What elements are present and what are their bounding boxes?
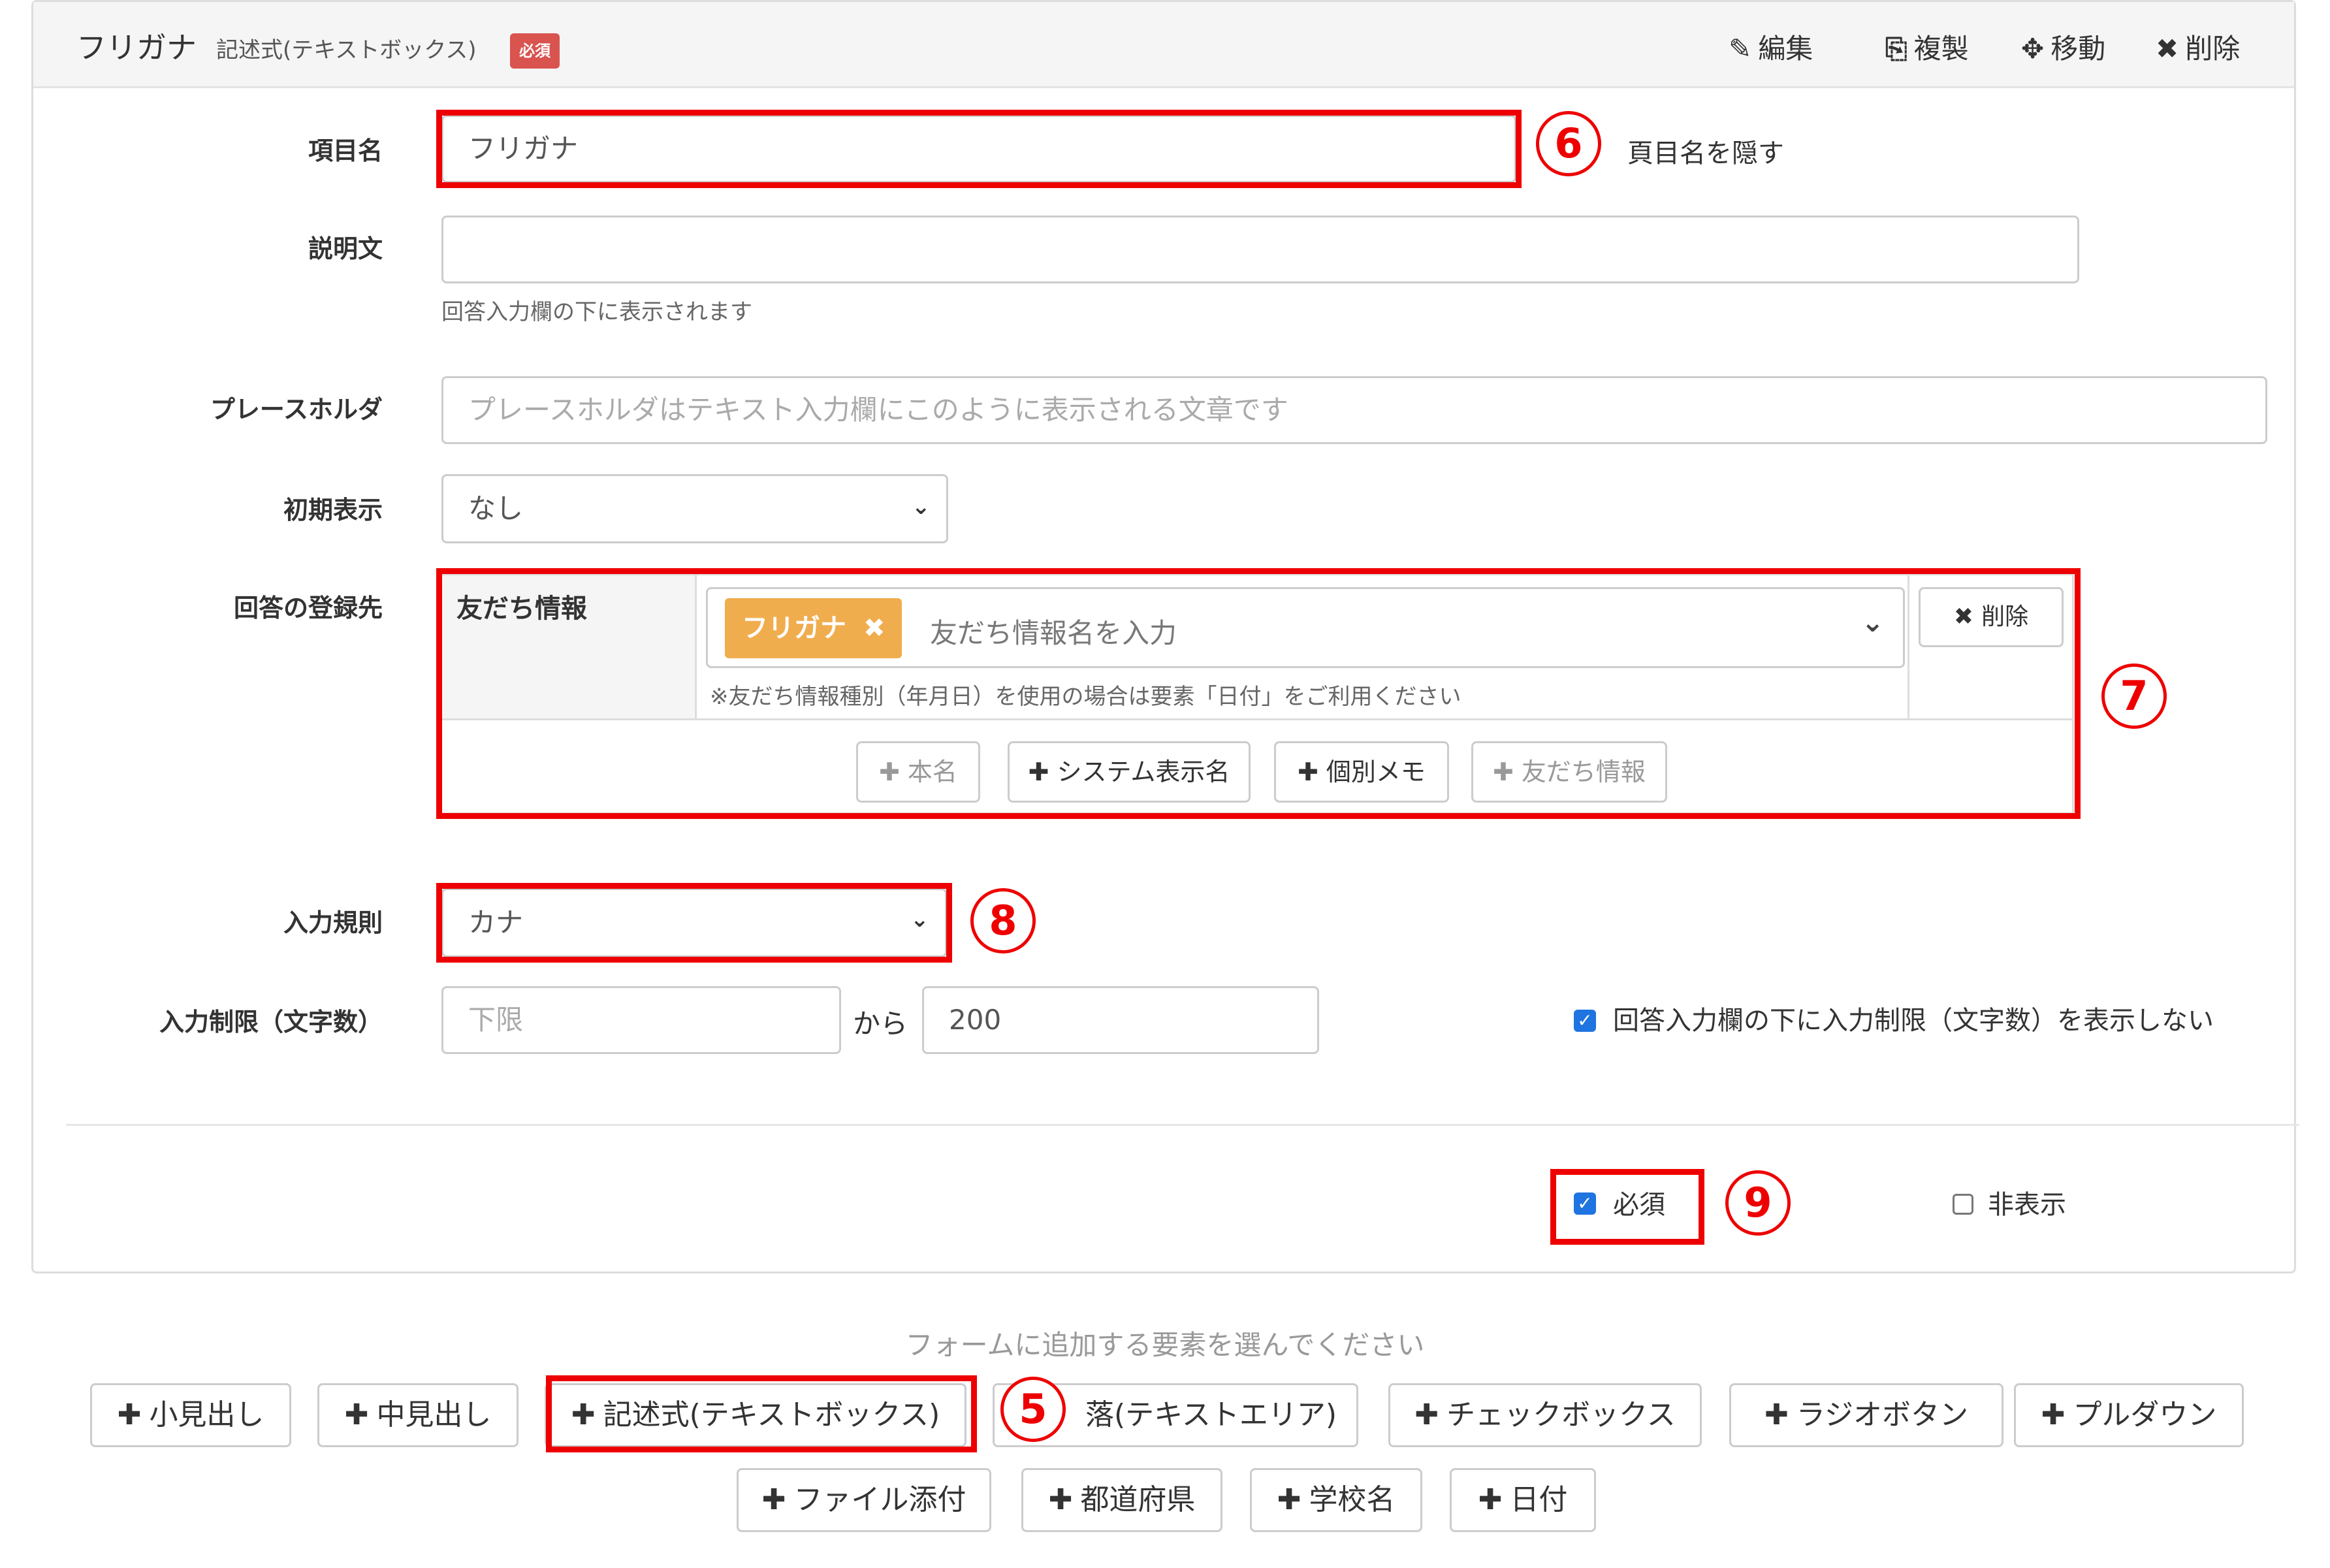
hidden-checkbox[interactable] [1953, 1194, 1973, 1215]
add-element-label: 小見出し [149, 1398, 264, 1432]
edit-button[interactable]: ✎ 編集 [1729, 27, 1813, 67]
add-element-label: プルダウン [2073, 1398, 2217, 1432]
add-element-label: 中見出し [376, 1398, 492, 1432]
destination-label: 回答の登録先 [233, 594, 383, 622]
card-title: フリガナ [76, 30, 197, 65]
from-text: から [853, 1008, 908, 1040]
initial-display-value: なし [468, 492, 524, 524]
copy-label: 複製 [1913, 33, 1969, 65]
input-rule-label: 入力規則 [283, 908, 383, 937]
plus-icon: ✚ [761, 1483, 786, 1516]
close-icon: ✖ [2156, 33, 2179, 65]
hide-item-name-text[interactable]: 頁目名を隠す [1627, 132, 1784, 170]
chevron-down-icon: ⌄ [912, 494, 931, 520]
add-element-label: 落(テキストエリア) [1085, 1398, 1337, 1432]
plus-icon: ✚ [2041, 1398, 2066, 1432]
add-small-heading-button[interactable]: ✚ 小見出し [90, 1383, 291, 1447]
card-header: フリガナ 記述式(テキストボックス) 必須 ✎ 編集 ⎘ 複製 ✥ 移動 ✖ 削除 [33, 2, 2294, 88]
plus-icon: ✚ [1048, 1483, 1073, 1516]
add-file-button[interactable]: ✚ ファイル添付 [737, 1468, 991, 1532]
add-element-prompt: フォームに追加する要素を選んでください [905, 1329, 1425, 1361]
move-icon: ✥ [2021, 33, 2045, 65]
add-radio-button[interactable]: ✚ ラジオボタン [1729, 1383, 2003, 1447]
add-dropdown-button[interactable]: ✚ プルダウン [2014, 1383, 2244, 1447]
annotation-box-destination [436, 568, 2081, 819]
plus-icon: ✚ [1414, 1398, 1439, 1432]
annotation-marker-9: 9 [1725, 1170, 1791, 1236]
copy-button[interactable]: ⎘ 複製 [1885, 27, 1969, 67]
hide-limit-label: 回答入力欄の下に入力制限（文字数）を表示しない [1613, 1006, 2214, 1036]
move-label: 移動 [2051, 33, 2106, 65]
hidden-label: 非表示 [1988, 1190, 2066, 1220]
plus-icon: ✚ [344, 1398, 369, 1432]
add-prefecture-button[interactable]: ✚ 都道府県 [1021, 1468, 1222, 1532]
placeholder-input[interactable]: プレースホルダはテキスト入力欄にこのように表示される文章です [441, 376, 2267, 444]
plus-icon: ✚ [117, 1398, 142, 1432]
char-limit-min-input[interactable]: 下限 [441, 986, 841, 1054]
description-help: 回答入力欄の下に表示されます [441, 299, 752, 325]
move-button[interactable]: ✥ 移動 [2021, 27, 2105, 67]
annotation-box-item-name [436, 110, 1522, 188]
add-school-button[interactable]: ✚ 学校名 [1250, 1468, 1422, 1532]
add-medium-heading-button[interactable]: ✚ 中見出し [317, 1383, 519, 1447]
description-label: 説明文 [308, 234, 383, 263]
initial-display-select[interactable]: なし [441, 474, 948, 543]
placeholder-label: プレースホルダ [210, 395, 383, 424]
annotation-marker-8: 8 [970, 888, 1036, 953]
hide-limit-checkbox[interactable]: ✓ [1574, 1010, 1596, 1032]
pencil-icon: ✎ [1729, 33, 1752, 65]
annotation-box-required [1550, 1169, 1704, 1245]
card-subtitle: 記述式(テキストボックス) [216, 37, 477, 63]
char-limit-label: 入力制限（文字数） [159, 1008, 383, 1036]
add-date-button[interactable]: ✚ 日付 [1450, 1468, 1596, 1532]
divider [66, 1124, 2299, 1126]
add-element-label: ファイル添付 [793, 1483, 966, 1516]
plus-icon: ✚ [1277, 1483, 1301, 1516]
copy-icon: ⎘ [1885, 33, 1907, 65]
annotation-box-input-rule [436, 883, 952, 963]
annotation-marker-7: 7 [2101, 664, 2167, 729]
description-input[interactable] [441, 216, 2079, 283]
add-element-label: 学校名 [1309, 1483, 1396, 1516]
plus-icon: ✚ [1764, 1398, 1789, 1432]
item-name-label: 項目名 [308, 136, 383, 165]
add-element-label: 日付 [1510, 1483, 1568, 1516]
edit-label: 編集 [1758, 33, 1813, 65]
annotation-box-add-textbox [546, 1375, 977, 1452]
add-element-label: 都道府県 [1080, 1483, 1196, 1516]
required-badge: 必須 [510, 33, 560, 69]
initial-display-label: 初期表示 [283, 496, 383, 524]
char-limit-max-input[interactable]: 200 [922, 986, 1319, 1054]
annotation-marker-6: 6 [1536, 111, 1601, 176]
add-element-label: ラジオボタン [1796, 1398, 1968, 1432]
add-element-label: チェックボックス [1446, 1398, 1676, 1432]
delete-label: 削除 [2185, 33, 2241, 65]
delete-button[interactable]: ✖ 削除 [2156, 27, 2240, 67]
plus-icon: ✚ [1478, 1483, 1503, 1516]
annotation-marker-5: 5 [1000, 1377, 1066, 1442]
add-checkbox-button[interactable]: ✚ チェックボックス [1388, 1383, 1702, 1447]
